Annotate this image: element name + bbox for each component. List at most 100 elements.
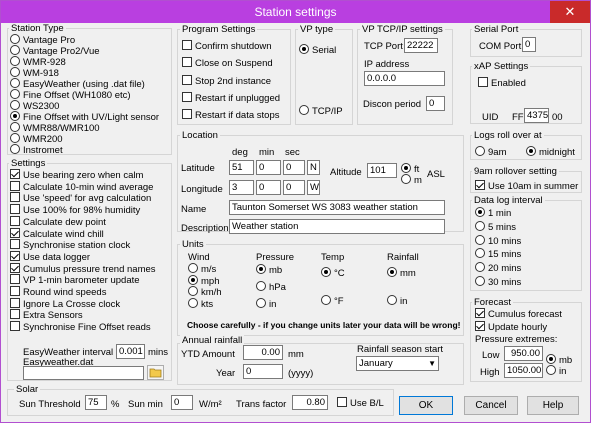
wind-unit-option-label: mph xyxy=(201,275,220,287)
settings-option[interactable]: Cumulus pressure trend names xyxy=(10,262,156,275)
cumulus-forecast-checkbox[interactable]: Cumulus forecast xyxy=(475,308,562,320)
longitude-deg-input[interactable]: 3 xyxy=(229,180,254,195)
altitude-m-radio[interactable]: m xyxy=(401,174,422,186)
program-option[interactable]: Restart if data stops xyxy=(182,109,279,121)
longitude-hemisphere-input[interactable]: W xyxy=(307,180,320,195)
wind-unit-option[interactable]: m/s xyxy=(188,263,216,275)
settings-option[interactable]: Synchronise Fine Offset reads xyxy=(10,321,151,333)
settings-option-box xyxy=(10,215,20,226)
rainfall-unit-option[interactable]: mm xyxy=(387,267,416,279)
rainfall-unit-option[interactable]: in xyxy=(387,295,407,307)
vp-tcpip-radio[interactable]: TCP/IP xyxy=(299,105,343,117)
data-log-option[interactable]: 10 mins xyxy=(475,234,521,247)
rainfall-unit-option-radio-dot xyxy=(387,295,397,305)
vp-serial-radio[interactable]: Serial xyxy=(299,44,336,56)
sun-threshold-input[interactable]: 75 xyxy=(85,395,107,410)
wind-unit-option-label: kts xyxy=(201,298,214,310)
logs-roll-9am-radio[interactable]: 9am xyxy=(475,146,506,158)
units-title: Units xyxy=(180,239,206,250)
station-type-option[interactable]: Instromet xyxy=(10,144,63,156)
ok-button[interactable]: OK xyxy=(399,396,453,415)
station-name-input[interactable]: Taunton Somerset WS 3083 weather station xyxy=(229,200,445,215)
temp-unit-option[interactable]: °C xyxy=(321,267,345,279)
settings-option-box xyxy=(10,250,20,261)
longitude-sec-input[interactable]: 0 xyxy=(283,180,305,195)
wind-unit-option-label: m/s xyxy=(201,264,217,275)
wind-unit-option[interactable]: mph xyxy=(188,274,220,287)
ytd-amount-input[interactable]: 0.00 xyxy=(243,345,283,360)
temp-unit-option[interactable]: °F xyxy=(321,295,344,307)
settings-option[interactable]: Calculate wind chill xyxy=(10,227,104,240)
window-title: Station settings xyxy=(254,5,337,19)
forecast-title: Forecast xyxy=(472,297,513,308)
settings-option[interactable]: Calculate 10-min wind average xyxy=(10,180,153,193)
altitude-input[interactable]: 101 xyxy=(367,163,397,178)
settings-option[interactable]: Use data logger xyxy=(10,250,90,263)
discon-period-input[interactable]: 0 xyxy=(426,96,445,111)
data-log-option[interactable]: 1 min xyxy=(475,207,511,219)
longitude-min-input[interactable]: 0 xyxy=(256,180,281,195)
xap-enabled-checkbox[interactable]: Enabled xyxy=(478,77,526,89)
year-input[interactable]: 0 xyxy=(243,364,283,379)
data-log-option[interactable]: 20 mins xyxy=(475,262,521,274)
pressure-unit-option[interactable]: hPa xyxy=(256,281,286,293)
settings-option[interactable]: Use 100% for 98% humidity xyxy=(10,204,140,216)
help-button[interactable]: Help xyxy=(527,396,579,415)
program-option[interactable]: Stop 2nd instance xyxy=(182,74,271,87)
settings-option[interactable]: VP 1-min barometer update xyxy=(10,274,140,286)
use-10am-summer-checkbox[interactable]: Use 10am in summer xyxy=(475,180,578,192)
title-bar: Station settings ✕ xyxy=(1,1,590,23)
station-type-option-label: Instromet xyxy=(23,145,63,156)
uid-input[interactable]: 4375 xyxy=(524,108,549,123)
easyweather-file-input[interactable] xyxy=(23,366,144,380)
latitude-sec-input[interactable]: 0 xyxy=(283,160,305,175)
settings-option[interactable]: Use 'speed' for avg calculation xyxy=(10,192,151,204)
trans-factor-input[interactable]: 0.80 xyxy=(292,395,328,410)
station-type-title: Station Type xyxy=(9,23,66,34)
latitude-deg-input[interactable]: 51 xyxy=(229,160,254,175)
pressure-low-input[interactable]: 950.00 xyxy=(504,346,543,361)
ip-address-input[interactable]: 0.0.0.0 xyxy=(364,71,445,86)
data-log-option[interactable]: 5 mins xyxy=(475,220,516,233)
description-input[interactable]: Weather station xyxy=(229,219,445,234)
sun-min-label: Sun min xyxy=(128,399,163,410)
settings-option[interactable]: Ignore La Crosse clock xyxy=(10,297,120,310)
tcp-port-input[interactable]: 22222 xyxy=(404,38,438,53)
program-option[interactable]: Restart if unplugged xyxy=(182,91,280,104)
pressure-high-input[interactable]: 1050.00 xyxy=(504,363,543,378)
data-log-option[interactable]: 30 mins xyxy=(475,276,521,288)
rollover-9am-title: 9am rollover setting xyxy=(472,166,559,177)
settings-option[interactable]: Use bearing zero when calm xyxy=(10,169,143,181)
close-button[interactable]: ✕ xyxy=(550,1,590,23)
program-option-box xyxy=(182,57,192,68)
data-log-option-radio-dot xyxy=(475,248,485,259)
use-bl-checkbox[interactable]: Use B/L xyxy=(337,397,384,409)
vp-tcpip-label: TCP/IP xyxy=(312,106,343,117)
wind-unit-option[interactable]: kts xyxy=(188,297,214,310)
rainfall-season-select[interactable]: January ▼ xyxy=(356,356,439,371)
cancel-button[interactable]: Cancel xyxy=(464,396,518,415)
pressure-in-radio[interactable]: in xyxy=(546,365,566,377)
update-hourly-checkbox[interactable]: Update hourly xyxy=(475,321,547,333)
program-option[interactable]: Confirm shutdown xyxy=(182,40,272,52)
wind-unit-option[interactable]: km/h xyxy=(188,286,222,298)
wind-unit-option-radio-dot xyxy=(188,297,198,308)
station-type-option-radio-dot xyxy=(10,78,20,88)
settings-option[interactable]: Round wind speeds xyxy=(10,286,106,298)
program-option[interactable]: Close on Suspend xyxy=(182,57,273,69)
settings-option[interactable]: Synchronise station clock xyxy=(10,239,130,251)
pressure-unit-option[interactable]: mb xyxy=(256,264,282,276)
sun-min-input[interactable]: 0 xyxy=(171,395,193,410)
easyweather-interval-input[interactable]: 0.001 xyxy=(116,344,145,359)
program-option-box xyxy=(182,91,192,102)
logs-roll-midnight-radio[interactable]: midnight xyxy=(526,146,575,158)
com-port-input[interactable]: 0 xyxy=(522,37,536,52)
latitude-min-input[interactable]: 0 xyxy=(256,160,281,175)
data-log-option[interactable]: 15 mins xyxy=(475,248,521,260)
settings-option[interactable]: Extra Sensors xyxy=(10,309,83,321)
browse-folder-button[interactable] xyxy=(147,365,164,380)
latitude-hemisphere-input[interactable]: N xyxy=(307,160,320,175)
location-title: Location xyxy=(180,130,220,141)
pressure-unit-option[interactable]: in xyxy=(256,298,276,310)
settings-option[interactable]: Calculate dew point xyxy=(10,215,106,228)
